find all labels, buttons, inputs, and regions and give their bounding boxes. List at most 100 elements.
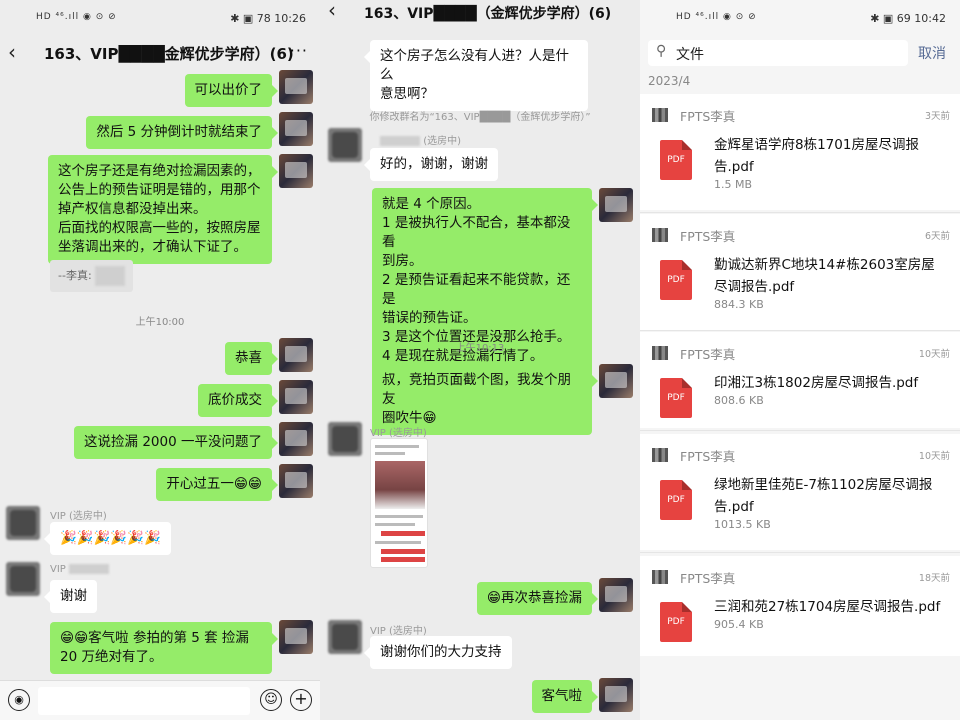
avatar[interactable] [279, 620, 313, 654]
file-item[interactable]: FPTS李真 10天前 PDF 印湘江3栋1802房屋尽调报告.pdf 808.… [640, 332, 960, 428]
avatar[interactable] [279, 338, 313, 372]
battery-level: 69 [896, 12, 911, 25]
chat-title: 163、VIP████（金辉优步学府）(6) [364, 6, 612, 22]
input-bar: ◉ ☺ + [0, 680, 320, 720]
chat-panel-middle: ‹ 163、VIP████（金辉优步学府）(6) 这个房子怎么没有人进？人是什么… [320, 0, 640, 720]
message-bubble[interactable]: 好的，谢谢，谢谢 [364, 148, 498, 181]
search-query: 文件 [676, 47, 704, 63]
avatar[interactable] [6, 506, 40, 540]
status-bar: HD ⁴⁶.ıll ◉ ⊙ ⊘ ✱ ▣ 69 10:42 [640, 0, 960, 36]
cancel-button[interactable]: 取消 [918, 43, 946, 63]
message-bubble[interactable]: 🎉🎉🎉🎉🎉🎉 [44, 522, 171, 555]
file-size: 1013.5 KB [714, 518, 771, 531]
message-bubble[interactable]: 这个房子怎么没有人进？人是什么 意思啊？ [364, 40, 588, 111]
message-bubble[interactable]: 然后 5 分钟倒计时就结束了 [86, 116, 278, 149]
file-name: 三润和苑27栋1704房屋尽调报告.pdf [714, 599, 941, 615]
avatar[interactable] [328, 128, 362, 162]
search-input[interactable]: ⚲ 文件 [648, 40, 908, 66]
message-bubble[interactable]: 这说捡漏 2000 一平没问题了 [74, 426, 278, 459]
message-input[interactable] [38, 687, 250, 715]
pdf-icon: PDF [660, 602, 692, 642]
sender-nickname: VIP [50, 564, 110, 575]
avatar[interactable] [279, 70, 313, 104]
divider [640, 212, 960, 213]
back-icon[interactable]: ‹ [8, 40, 16, 64]
message-bubble[interactable]: 恭喜 [225, 342, 278, 375]
clock: 10:26 [274, 12, 306, 25]
quote-reply[interactable]: --李真: [50, 260, 134, 292]
timestamp: 上午10:13 [455, 343, 505, 354]
message-bubble[interactable]: 谢谢 [44, 580, 97, 613]
chat-panel-left: HD ⁴⁶.ıll ◉ ⊙ ⊘ ✱ ▣ 78 10:26 ‹ 163、VIP██… [0, 0, 320, 720]
avatar[interactable] [279, 422, 313, 456]
divider [640, 330, 960, 331]
plus-icon[interactable]: + [290, 689, 312, 711]
file-item[interactable]: FPTS李真 6天前 PDF 勤诚达新界C地块14#栋2603室房屋尽调报告.p… [640, 214, 960, 330]
sender-avatar-icon [652, 228, 668, 242]
file-sender: FPTS李真 [680, 229, 736, 244]
divider [640, 430, 960, 431]
file-item[interactable]: FPTS李真 3天前 PDF 金辉星语学府8栋1701房屋尽调报告.pdf 1.… [640, 94, 960, 210]
pdf-icon: PDF [660, 260, 692, 300]
file-item[interactable]: FPTS李真 18天前 PDF 三润和苑27栋1704房屋尽调报告.pdf 90… [640, 556, 960, 656]
message-bubble[interactable]: 谢谢你们的大力支持 [364, 636, 512, 669]
divider [640, 552, 960, 553]
quote-thumbnail [95, 266, 126, 286]
file-sender: FPTS李真 [680, 347, 736, 362]
message-bubble[interactable]: 😁😁客气啦 参拍的第 5 套 捡漏 20 万绝对有了。 [50, 622, 278, 674]
voice-icon[interactable]: ◉ [8, 689, 30, 711]
pdf-icon: PDF [660, 378, 692, 418]
file-age: 18天前 [918, 573, 950, 584]
avatar[interactable] [279, 154, 313, 188]
avatar[interactable] [599, 364, 633, 398]
file-age: 10天前 [918, 451, 950, 462]
chat-title: 163、VIP████金辉优步学府）(6) [44, 45, 294, 63]
more-icon[interactable]: ··· [290, 41, 308, 60]
file-name: 印湘江3栋1802房屋尽调报告.pdf [714, 375, 919, 391]
file-item[interactable]: FPTS李真 10天前 PDF 绿地新里佳苑E-7栋1102房屋尽调报告.pdf… [640, 434, 960, 550]
file-sender: FPTS李真 [680, 571, 736, 586]
status-right: ✱ ▣ 78 10:26 [230, 12, 306, 25]
sender-nickname: VIP (选房中) [50, 511, 107, 522]
file-name: 绿地新里佳苑E-7栋1102房屋尽调报告.pdf [714, 477, 933, 515]
file-size: 808.6 KB [714, 394, 764, 407]
timestamp: 上午10:00 [135, 317, 185, 328]
file-search-panel: HD ⁴⁶.ıll ◉ ⊙ ⊘ ✱ ▣ 69 10:42 ⚲ 文件 取消 202… [640, 0, 960, 720]
battery-level: 78 [256, 12, 271, 25]
sender-avatar-icon [652, 570, 668, 584]
file-name: 金辉星语学府8栋1701房屋尽调报告.pdf [714, 137, 919, 175]
avatar[interactable] [328, 422, 362, 456]
quote-text: --李真: [58, 269, 92, 282]
message-bubble[interactable]: 底价成交 [198, 384, 278, 417]
month-header: 2023/4 [648, 74, 691, 88]
back-icon[interactable]: ‹ [328, 0, 336, 22]
file-sender: FPTS李真 [680, 109, 736, 124]
avatar[interactable] [279, 380, 313, 414]
pdf-icon: PDF [660, 140, 692, 180]
emoji-icon[interactable]: ☺ [260, 689, 282, 711]
avatar[interactable] [328, 620, 362, 654]
file-size: 884.3 KB [714, 298, 764, 311]
chat-header: ‹ 163、VIP████（金辉优步学府）(6) [320, 0, 640, 36]
chat-header: ‹ 163、VIP████金辉优步学府）(6) ··· [0, 36, 320, 72]
message-bubble[interactable]: 😁再次恭喜捡漏 [476, 582, 599, 615]
status-right: ✱ ▣ 69 10:42 [870, 12, 946, 25]
sender-nickname: VIP (选房中) [370, 428, 427, 439]
message-bubble[interactable]: 这个房子还是有绝对捡漏因素的， 公告上的预告证明是错的，用那个 掉产权信息都没掉… [48, 155, 278, 264]
pdf-icon: PDF [660, 480, 692, 520]
avatar[interactable] [599, 188, 633, 222]
avatar[interactable] [279, 112, 313, 146]
file-size: 905.4 KB [714, 618, 764, 631]
avatar[interactable] [279, 464, 313, 498]
avatar[interactable] [6, 562, 40, 596]
avatar[interactable] [599, 578, 633, 612]
message-bubble[interactable]: 开心过五一😁😁 [156, 468, 278, 501]
screenshot-image[interactable] [370, 438, 428, 568]
status-icons: HD ⁴⁶.ıll ◉ ⊙ ⊘ [36, 12, 117, 22]
file-sender: FPTS李真 [680, 449, 736, 464]
message-bubble[interactable]: 客气啦 [531, 680, 598, 713]
status-bar: HD ⁴⁶.ıll ◉ ⊙ ⊘ ✱ ▣ 78 10:26 [0, 0, 320, 36]
message-bubble[interactable]: 可以出价了 [184, 74, 278, 107]
avatar[interactable] [599, 678, 633, 712]
sender-avatar-icon [652, 346, 668, 360]
